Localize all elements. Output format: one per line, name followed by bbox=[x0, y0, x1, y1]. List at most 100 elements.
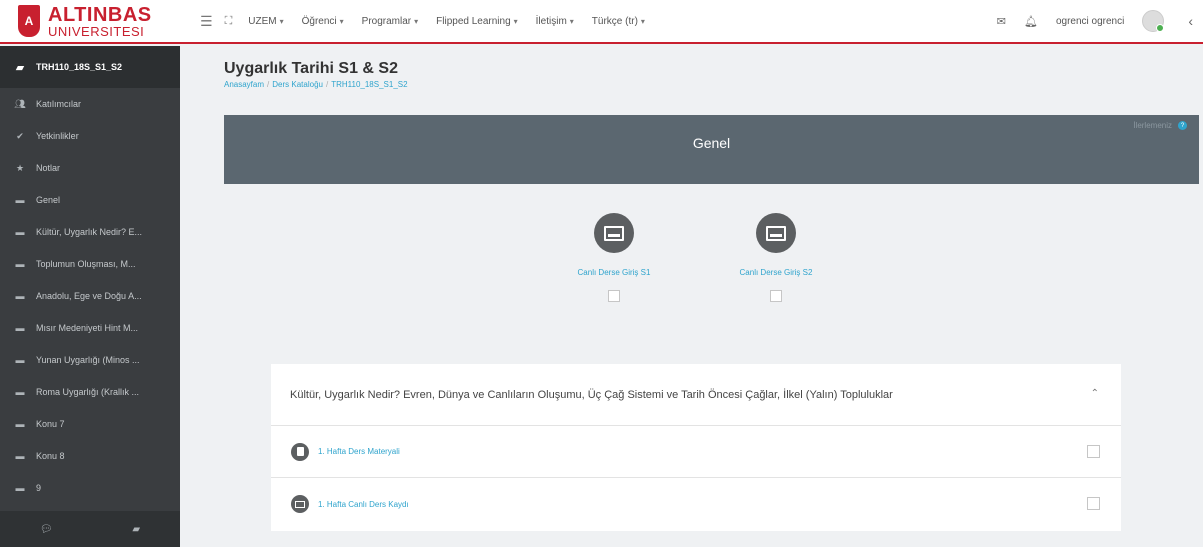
breadcrumb-home[interactable]: Anasayfam bbox=[224, 80, 264, 89]
menu-flipped-learning-label: Flipped Learning bbox=[436, 15, 511, 27]
folder-icon: ▬ bbox=[15, 195, 25, 205]
topic-section-header[interactable]: Kültür, Uygarlık Nedir? Evren, Dünya ve … bbox=[271, 364, 1121, 426]
fullscreen-icon[interactable]: ⛶ bbox=[225, 15, 233, 28]
course-icon: ▰ bbox=[15, 61, 25, 74]
sidebar-item-general[interactable]: ▬ Genel bbox=[0, 184, 180, 216]
bell-icon[interactable]: 🔔︎ bbox=[1024, 15, 1038, 28]
live-class-s2-link[interactable]: Canlı Derse Giriş S2 bbox=[740, 268, 813, 277]
progress-label: İlerlemeniz bbox=[1133, 121, 1172, 130]
chevron-down-icon: ▾ bbox=[279, 16, 284, 26]
folder-icon: ▬ bbox=[15, 259, 25, 269]
general-section-header: Genel İlerlemeniz ? bbox=[224, 115, 1199, 184]
sidebar-item-topic-5[interactable]: ▬ Yunan Uygarlığı (Minos ... bbox=[0, 344, 180, 376]
help-icon[interactable]: ? bbox=[1178, 121, 1187, 130]
sidebar-item-label: Toplumun Oluşması, M... bbox=[36, 259, 136, 269]
live-class-icon[interactable] bbox=[756, 213, 796, 253]
folder-icon: ▬ bbox=[15, 451, 25, 461]
folder-icon: ▬ bbox=[15, 355, 25, 365]
sidebar-item-topic-6[interactable]: ▬ Roma Uygarlığı (Krallık ... bbox=[0, 376, 180, 408]
user-name[interactable]: ogrenci ogrenci bbox=[1056, 16, 1124, 27]
sidebar-item-topic-1[interactable]: ▬ Kültür, Uygarlık Nedir? E... bbox=[0, 216, 180, 248]
chevron-left-icon[interactable]: ‹ bbox=[1188, 13, 1193, 29]
sidebar-item-topic-3[interactable]: ▬ Anadolu, Ege ve Doğu A... bbox=[0, 280, 180, 312]
sidebar-item-competencies[interactable]: ✔ Yetkinlikler bbox=[0, 120, 180, 152]
document-icon bbox=[291, 442, 309, 461]
completion-checkbox[interactable] bbox=[770, 290, 782, 302]
chevron-down-icon: ▾ bbox=[640, 16, 645, 26]
sidebar-item-label: Notlar bbox=[36, 163, 61, 173]
chevron-down-icon: ▾ bbox=[414, 16, 419, 26]
sidebar-item-topic-4[interactable]: ▬ Mısır Medeniyeti Hint M... bbox=[0, 312, 180, 344]
sidebar-item-course[interactable]: ▰ TRH110_18S_S1_S2 bbox=[0, 46, 180, 88]
sidebar-footer: 💬︎ ▰ bbox=[0, 511, 180, 547]
sidebar-item-label: Yetkinlikler bbox=[36, 131, 79, 141]
menu-ogrenci[interactable]: Öğrenci ▾ bbox=[302, 16, 344, 27]
chevron-up-icon[interactable]: ⌃ bbox=[1091, 388, 1099, 399]
sidebar-item-label: Katılımcılar bbox=[36, 99, 82, 109]
menu-flipped-learning[interactable]: Flipped Learning ▾ bbox=[436, 16, 518, 27]
sidebar-item-participants[interactable]: 👥︎ Katılımcılar bbox=[0, 88, 180, 120]
top-navbar: A ALTINBAS UNIVERSITESI ☰ ⛶ UZEM ▾ Öğrenc… bbox=[0, 0, 1203, 44]
bookmark-icon[interactable]: ▰ bbox=[132, 524, 140, 535]
menu-iletisim[interactable]: İletişim ▾ bbox=[536, 16, 574, 27]
logo-shield-icon: A bbox=[18, 5, 40, 37]
completion-checkbox[interactable] bbox=[608, 290, 620, 302]
completion-checkbox[interactable] bbox=[1087, 497, 1100, 510]
general-section-title: Genel bbox=[692, 135, 731, 151]
live-class-s1: Canlı Derse Giriş S1 bbox=[554, 213, 674, 302]
hamburger-icon[interactable]: ☰ bbox=[200, 13, 213, 30]
menu-language[interactable]: Türkçe (tr) ▾ bbox=[592, 16, 645, 27]
envelope-icon[interactable]: ✉ bbox=[997, 15, 1006, 28]
breadcrumb: Anasayfam / Ders Kataloğu / TRH110_18S_S1_S2 bbox=[224, 80, 408, 89]
menu-language-label: Türkçe (tr) bbox=[591, 15, 638, 27]
activity-row: 1. Hafta Ders Materyali bbox=[271, 426, 1121, 478]
menu-uzem[interactable]: UZEM ▾ bbox=[248, 16, 283, 27]
menu-programlar-label: Programlar bbox=[361, 15, 412, 27]
folder-icon: ▬ bbox=[15, 387, 25, 397]
menu-uzem-label: UZEM bbox=[248, 15, 277, 27]
folder-icon: ▬ bbox=[15, 227, 25, 237]
logo-text: ALTINBAS UNIVERSITESI bbox=[48, 5, 152, 38]
sidebar-item-topic-2[interactable]: ▬ Toplumun Oluşması, M... bbox=[0, 248, 180, 280]
page-title: Uygarlık Tarihi S1 & S2 bbox=[224, 60, 398, 77]
live-class-icon[interactable] bbox=[594, 213, 634, 253]
activity-row: 1. Hafta Canlı Ders Kaydı bbox=[271, 478, 1121, 530]
chevron-down-icon: ▾ bbox=[339, 16, 344, 26]
sidebar-item-topic-7[interactable]: ▬ Konu 7 bbox=[0, 408, 180, 440]
progress-info: İlerlemeniz ? bbox=[1133, 121, 1187, 130]
breadcrumb-separator: / bbox=[267, 80, 270, 89]
chevron-down-icon: ▾ bbox=[569, 16, 574, 26]
sidebar-item-topic-8[interactable]: ▬ Konu 8 bbox=[0, 440, 180, 472]
sidebar-item-label: Mısır Medeniyeti Hint M... bbox=[36, 323, 139, 333]
topic-section: Kültür, Uygarlık Nedir? Evren, Dünya ve … bbox=[271, 364, 1121, 531]
sidebar-item-label: Anadolu, Ege ve Doğu A... bbox=[36, 291, 142, 301]
folder-icon: ▬ bbox=[15, 323, 25, 333]
folder-icon: ▬ bbox=[15, 483, 25, 493]
menu-programlar[interactable]: Programlar ▾ bbox=[362, 16, 418, 27]
sidebar-item-label: TRH110_18S_S1_S2 bbox=[36, 62, 123, 72]
course-sidebar: ▰ TRH110_18S_S1_S2 👥︎ Katılımcılar ✔ Yetkin… bbox=[0, 46, 180, 547]
folder-icon: ▬ bbox=[15, 419, 25, 429]
video-recording-icon bbox=[291, 495, 309, 513]
activity-link[interactable]: 1. Hafta Canlı Ders Kaydı bbox=[318, 500, 409, 509]
sidebar-item-grades[interactable]: ★ Notlar bbox=[0, 152, 180, 184]
completion-checkbox[interactable] bbox=[1087, 444, 1100, 458]
avatar[interactable] bbox=[1142, 10, 1165, 32]
breadcrumb-catalog[interactable]: Ders Kataloğu bbox=[272, 80, 323, 89]
folder-icon: ▬ bbox=[15, 291, 25, 301]
logo-name-main: ALTINBAS bbox=[48, 3, 152, 26]
sidebar-item-label: Roma Uygarlığı (Krallık ... bbox=[36, 387, 140, 397]
sidebar-item-topic-9[interactable]: ▬ 9 bbox=[0, 472, 180, 504]
check-circle-icon: ✔ bbox=[16, 130, 24, 141]
sidebar-item-label: 9 bbox=[36, 483, 42, 493]
sidebar-item-label: Kültür, Uygarlık Nedir? E... bbox=[36, 227, 143, 237]
chat-icon[interactable]: 💬︎ bbox=[40, 524, 53, 535]
university-logo[interactable]: A ALTINBAS UNIVERSITESI bbox=[0, 0, 190, 42]
breadcrumb-course[interactable]: TRH110_18S_S1_S2 bbox=[331, 80, 407, 89]
sidebar-item-label: Konu 7 bbox=[36, 419, 65, 429]
main-menu: UZEM ▾ Öğrenci ▾ Programlar ▾ Flipped Learn… bbox=[248, 16, 645, 27]
activity-link[interactable]: 1. Hafta Ders Materyali bbox=[318, 447, 400, 456]
sidebar-item-label: Genel bbox=[36, 195, 61, 205]
user-area: ✉ 🔔︎ ogrenci ogrenci ‹ bbox=[997, 10, 1203, 32]
live-class-s1-link[interactable]: Canlı Derse Giriş S1 bbox=[578, 268, 651, 277]
